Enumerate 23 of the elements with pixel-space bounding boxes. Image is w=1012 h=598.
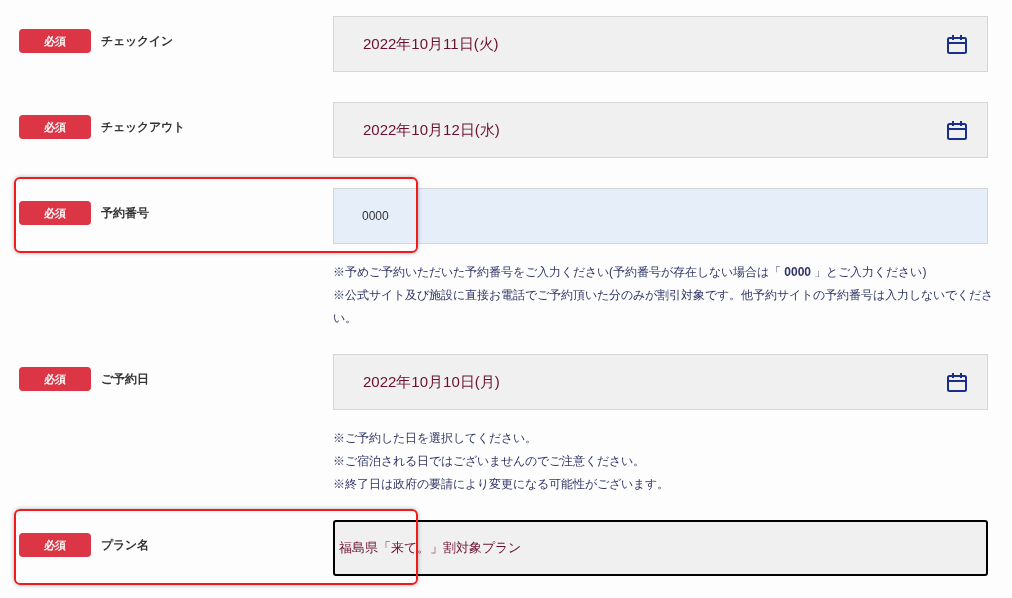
date-field[interactable]: 2022年10月10日(月) bbox=[333, 354, 988, 410]
date-field[interactable]: 2022年10月11日(火) bbox=[333, 16, 988, 72]
note-text: ※予めご予約いただいた予約番号をご入力ください(予約番号が存在しない場合は「 0000 」とご入力ください) bbox=[333, 264, 928, 281]
note-text: ※ご宿泊される日ではございませんのでご注意ください。 bbox=[333, 453, 646, 470]
calendar-icon bbox=[946, 33, 968, 55]
calendar-icon bbox=[946, 371, 968, 393]
note-text: ※ご予約した日を選択してください。 bbox=[333, 430, 538, 447]
note-text: ※公式サイト及び施設に直接お電話でご予約頂いた分のみが割引対象です。他予約サイトの予約番号は入力しないでください。 bbox=[333, 287, 993, 327]
field-label: 予約番号 bbox=[101, 205, 149, 222]
field-label: チェックイン bbox=[101, 33, 173, 50]
select-field[interactable]: 福島県「来て。」割対象プラン bbox=[333, 520, 988, 576]
calendar-icon bbox=[946, 119, 968, 141]
required-badge: 必須 bbox=[19, 367, 91, 391]
required-badge: 必須 bbox=[19, 29, 91, 53]
field-label: プラン名 bbox=[101, 537, 149, 554]
required-badge: 必須 bbox=[19, 533, 91, 557]
field-label: ご予約日 bbox=[101, 371, 149, 388]
required-badge: 必須 bbox=[19, 201, 91, 225]
input-field[interactable]: 0000 bbox=[333, 188, 988, 244]
note-text: ※終了日は政府の要請により変更になる可能性がございます。 bbox=[333, 476, 670, 493]
field-label: チェックアウト bbox=[101, 119, 185, 136]
required-badge: 必須 bbox=[19, 115, 91, 139]
date-field[interactable]: 2022年10月12日(水) bbox=[333, 102, 988, 158]
